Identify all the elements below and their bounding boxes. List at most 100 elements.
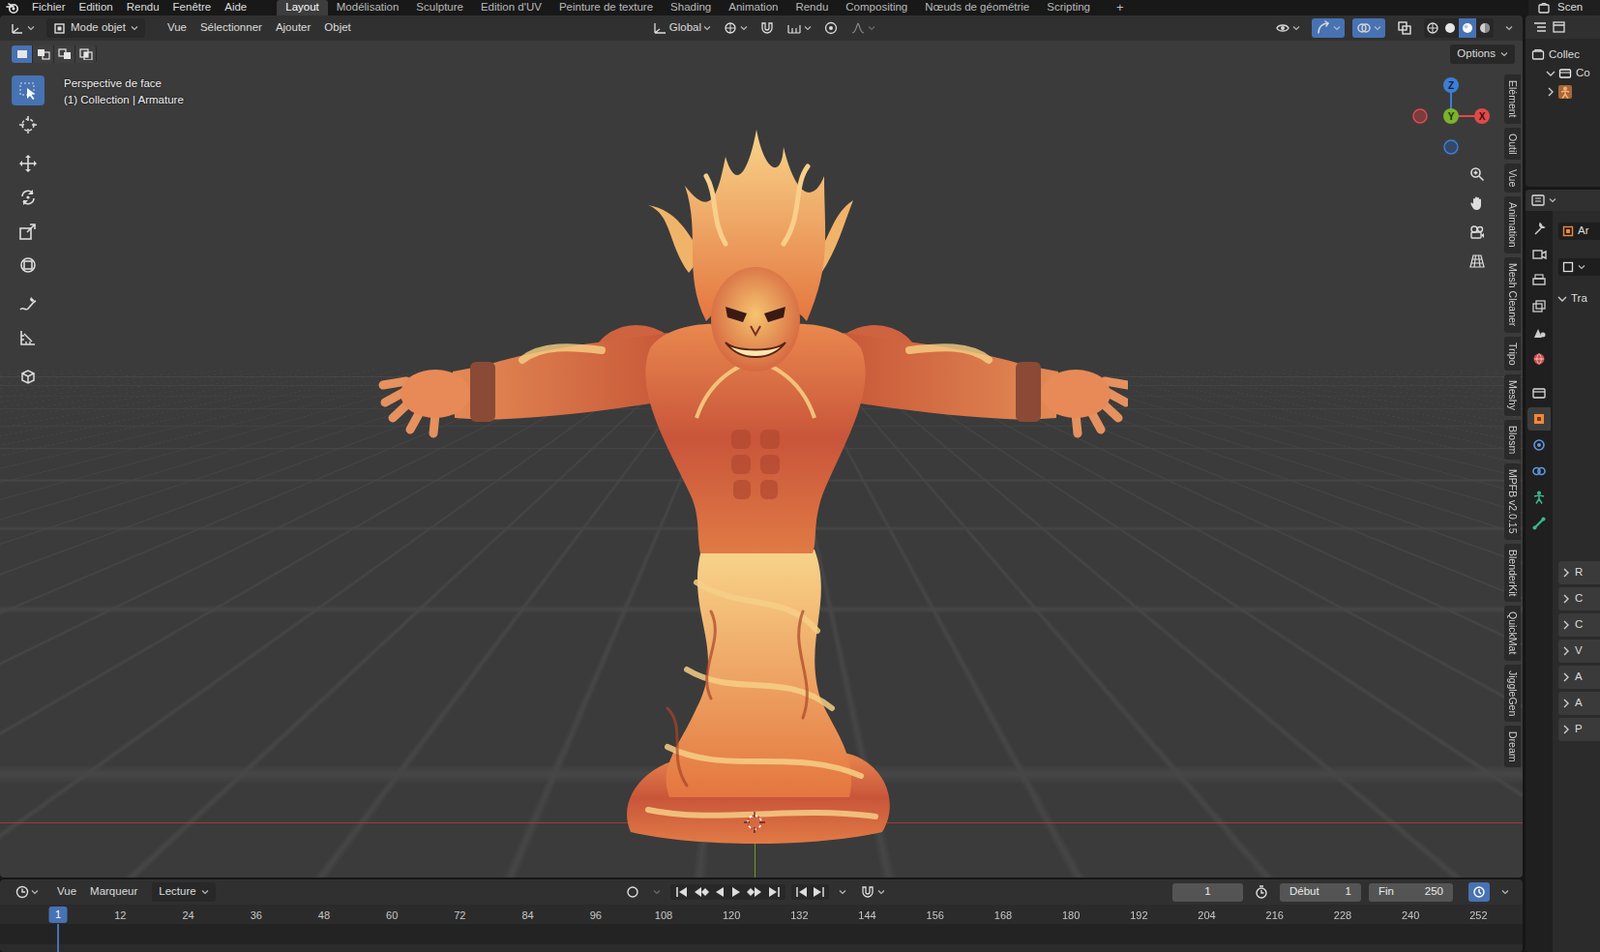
item-label[interactable]: Collec [1548, 48, 1580, 62]
sidebar-tab[interactable]: Animation [1504, 196, 1521, 254]
options-label[interactable]: Options [1456, 47, 1496, 61]
properties-tab[interactable] [1527, 268, 1551, 293]
tool-button[interactable] [11, 322, 45, 353]
viewport-toggle[interactable] [1392, 18, 1417, 38]
sync-toggle[interactable] [1468, 882, 1490, 902]
properties-tab[interactable] [1527, 216, 1551, 240]
outliner-item[interactable]: Co [1525, 63, 1600, 83]
pivot-dropdown[interactable] [718, 18, 752, 38]
camera-view-button[interactable] [1464, 219, 1490, 245]
outliner-item[interactable]: Collec [1525, 45, 1600, 64]
menu-item[interactable]: Aide [217, 0, 254, 15]
chevron-icon[interactable] [1562, 593, 1571, 604]
panel-title[interactable]: C [1574, 592, 1583, 606]
panel-title[interactable]: Tra [1570, 292, 1588, 306]
chevron-icon[interactable] [1562, 698, 1571, 709]
snapping-dropdown[interactable] [856, 882, 889, 902]
chevron-icon[interactable] [1562, 724, 1571, 735]
menu-item[interactable]: Vue [50, 885, 84, 899]
panel-title[interactable]: A [1574, 696, 1583, 711]
selection-mode-button[interactable] [54, 45, 76, 63]
sidebar-tab[interactable]: Mesh Cleaner [1504, 257, 1521, 332]
panel-title[interactable]: V [1574, 644, 1583, 658]
z-axis-label[interactable]: Z [1448, 80, 1454, 91]
properties-tab[interactable] [1527, 433, 1551, 457]
proportional-edit-toggle[interactable] [819, 18, 843, 38]
transform-panel-header[interactable]: Tra [1558, 290, 1600, 308]
workspace-tab[interactable]: Nœuds de géométrie [916, 0, 1038, 16]
jump-start-icon[interactable] [674, 885, 690, 899]
display-mode-icon[interactable] [1552, 21, 1567, 33]
shading-button[interactable] [1458, 18, 1477, 38]
properties-tab[interactable] [1527, 381, 1551, 405]
3d-viewport[interactable]: Perspective de face (1) Collection | Arm… [0, 40, 1523, 878]
tool-button[interactable] [11, 181, 45, 212]
workspace-tab[interactable]: Peinture de texture [550, 0, 662, 16]
properties-tab[interactable] [1527, 407, 1551, 431]
fire-creature-model[interactable] [377, 127, 1128, 844]
3d-cursor-icon[interactable] [742, 810, 767, 834]
editor-type-button[interactable] [5, 18, 39, 38]
panel-title[interactable]: C [1574, 618, 1583, 632]
chevron-icon[interactable] [1562, 672, 1571, 682]
mode-label[interactable]: Mode objet [70, 21, 126, 35]
tool-button[interactable] [11, 148, 45, 178]
falloff-dropdown[interactable] [846, 18, 880, 38]
end-frame-field[interactable]: Fin250 [1368, 883, 1453, 902]
chevron-icon[interactable] [1546, 87, 1555, 97]
tool-button[interactable] [11, 360, 45, 391]
sidebar-tab[interactable]: Tripo [1504, 336, 1521, 372]
tool-button[interactable] [11, 215, 45, 246]
properties-panel-header[interactable]: A [1558, 665, 1600, 689]
chevron-icon[interactable] [1562, 620, 1571, 630]
outliner-icon[interactable] [1533, 21, 1547, 33]
pan-button[interactable] [1464, 190, 1490, 216]
snap-toggle[interactable] [755, 18, 779, 38]
properties-tab[interactable] [1527, 242, 1551, 267]
panel-title[interactable]: R [1574, 565, 1583, 580]
properties-tab[interactable] [1527, 321, 1551, 345]
current-frame[interactable]: 1 [1204, 885, 1211, 899]
object-browse-field[interactable] [1558, 258, 1600, 276]
sidebar-tab[interactable]: Dream [1504, 725, 1521, 769]
chevron-icon[interactable] [1545, 69, 1556, 78]
object-name-field[interactable]: Ar [1558, 222, 1600, 240]
sync-options[interactable] [1497, 882, 1513, 902]
properties-panel-header[interactable]: R [1558, 561, 1600, 585]
jump-next-key-icon[interactable] [811, 885, 826, 899]
properties-tab[interactable] [1527, 459, 1551, 483]
shading-button[interactable] [1441, 18, 1459, 38]
x-axis-label[interactable]: X [1479, 111, 1486, 122]
properties-panel-header[interactable]: P [1558, 717, 1600, 741]
tool-button[interactable] [11, 109, 45, 140]
shading-button[interactable] [1423, 18, 1442, 38]
orientation-label[interactable]: Global [669, 21, 702, 35]
snap-target-dropdown[interactable] [782, 18, 816, 38]
options-dropdown[interactable]: Options [1450, 44, 1515, 64]
item-label[interactable]: Co [1575, 66, 1591, 81]
start-frame-field[interactable]: Début1 [1279, 883, 1362, 902]
menu-item[interactable]: Marqueur [83, 885, 145, 899]
menu-item[interactable]: Rendu [119, 0, 167, 15]
panel-title[interactable]: P [1574, 722, 1583, 737]
editor-type-button[interactable] [11, 882, 43, 902]
menu-item[interactable]: Fenêtre [166, 0, 219, 15]
playback-label[interactable]: Lecture [158, 885, 196, 899]
frame-ruler[interactable]: 1224364860728496108120132144156168180192… [0, 904, 1523, 952]
play-reverse-icon[interactable] [712, 885, 727, 899]
properties-panel-header[interactable]: A [1558, 691, 1600, 715]
tool-button[interactable] [11, 249, 45, 280]
sidebar-tab[interactable]: Vue [1504, 163, 1521, 193]
sidebar-tab[interactable]: Outil [1504, 127, 1521, 161]
properties-tab[interactable] [1527, 485, 1551, 509]
workspace-tab[interactable]: Shading [661, 0, 720, 16]
sidebar-tab[interactable]: MPFB v2.0.15 [1504, 463, 1521, 540]
sidebar-tab[interactable]: Meshy [1504, 374, 1521, 416]
keying-options[interactable] [649, 882, 665, 902]
properties-editor-icon[interactable] [1531, 194, 1545, 207]
projection-toggle[interactable] [1464, 248, 1490, 274]
sidebar-tab[interactable]: JiggleGen [1504, 664, 1521, 722]
sidebar-tab[interactable]: BlenderKit [1504, 543, 1521, 602]
object-name[interactable]: Ar [1577, 224, 1590, 238]
scene-name[interactable]: Scen [1557, 0, 1583, 15]
